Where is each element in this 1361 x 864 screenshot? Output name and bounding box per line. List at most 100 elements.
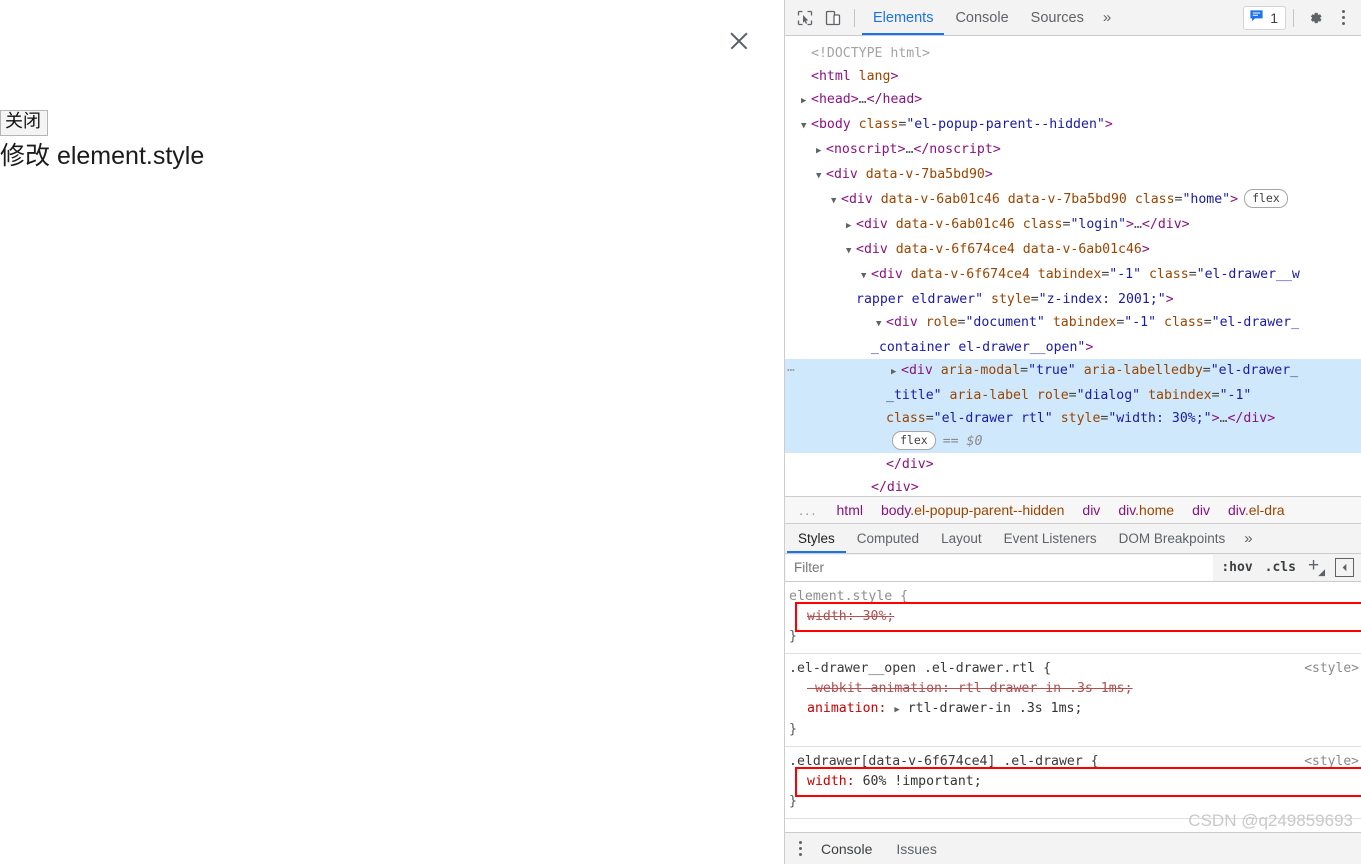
css-rule[interactable]: .eldrawer[data-v-6f674ce4] .el-drawer {<… bbox=[785, 747, 1361, 819]
breadcrumb-item[interactable]: body.el-popup-parent--hidden bbox=[872, 502, 1073, 518]
breadcrumb-item[interactable]: div.home bbox=[1109, 502, 1183, 518]
css-rule[interactable]: .el-drawer__open .el-drawer.rtl {<style>… bbox=[785, 654, 1361, 747]
css-selector[interactable]: .el-drawer__open .el-drawer.rtl { bbox=[789, 659, 1355, 679]
expand-triangle-icon[interactable]: ▶ bbox=[894, 705, 899, 715]
flex-badge[interactable]: flex bbox=[892, 431, 936, 450]
disclosure-triangle-icon[interactable]: ▼ bbox=[816, 165, 826, 188]
style-origin[interactable]: <style> bbox=[1304, 659, 1359, 679]
dom-node-line[interactable]: </div> bbox=[785, 476, 1361, 496]
css-value[interactable]: 60% !important; bbox=[863, 774, 982, 789]
css-property[interactable]: width bbox=[807, 774, 847, 789]
device-toolbar-icon[interactable] bbox=[819, 4, 847, 32]
css-property[interactable]: width bbox=[807, 609, 847, 624]
dom-node-line[interactable]: rapper eldrawer" style="z-index: 2001;"> bbox=[785, 288, 1361, 311]
cls-button[interactable]: .cls bbox=[1259, 560, 1302, 575]
screenshot-root: 关闭 修改 element.style Elements Console Sou… bbox=[0, 0, 1361, 864]
disclosure-triangle-icon[interactable]: ▼ bbox=[876, 313, 886, 336]
dom-node-line[interactable]: <html lang> bbox=[785, 65, 1361, 88]
message-count-chip[interactable]: 1 bbox=[1243, 5, 1286, 30]
disclosure-triangle-icon[interactable]: ▶ bbox=[846, 215, 856, 238]
dom-node-line[interactable]: ▼ <div role="document" tabindex="-1" clas… bbox=[785, 311, 1361, 336]
dom-node-line[interactable]: </div> bbox=[785, 453, 1361, 476]
chevron-double-right-icon-2[interactable]: » bbox=[1236, 530, 1260, 547]
gear-icon[interactable] bbox=[1301, 4, 1329, 32]
css-rule-close: } bbox=[789, 629, 797, 644]
dom-node-line[interactable]: flex == $0 bbox=[785, 430, 1361, 453]
css-declaration[interactable]: width: 30%; bbox=[789, 607, 1355, 627]
css-declaration[interactable]: animation: ▶ rtl-drawer-in .3s 1ms; bbox=[789, 699, 1355, 720]
disclosure-triangle-icon[interactable]: ▶ bbox=[801, 90, 811, 113]
filter-input[interactable] bbox=[786, 554, 1214, 581]
plus-icon[interactable]: +◢ bbox=[1302, 555, 1330, 580]
tab-sources[interactable]: Sources bbox=[1020, 0, 1095, 35]
disclosure-triangle-icon[interactable]: ▼ bbox=[801, 115, 811, 138]
styles-rules-list[interactable]: element.style {width: 30%;} .el-drawer__o… bbox=[785, 582, 1361, 832]
dom-node-line[interactable]: class="el-drawer rtl" style="width: 30%;… bbox=[785, 407, 1361, 430]
breadcrumb-item[interactable]: div bbox=[1073, 502, 1109, 518]
dom-tree[interactable]: <!DOCTYPE html> <html lang> ▶ <head>…</head… bbox=[785, 36, 1361, 496]
kebab-menu-icon[interactable] bbox=[1329, 4, 1357, 32]
css-selector[interactable]: element.style { bbox=[789, 587, 1355, 607]
css-rule-close: } bbox=[789, 794, 797, 809]
breadcrumb-overflow[interactable]: ... bbox=[789, 502, 828, 519]
devtools-panel: Elements Console Sources » 1 <!DOCTYPE h… bbox=[784, 0, 1361, 864]
css-selector[interactable]: .eldrawer[data-v-6f674ce4] .el-drawer { bbox=[789, 752, 1355, 772]
breadcrumb-item[interactable]: div bbox=[1183, 502, 1219, 518]
kebab-menu-icon-drawer[interactable] bbox=[791, 841, 809, 856]
message-count: 1 bbox=[1270, 9, 1278, 26]
tab-dom-breakpoints[interactable]: DOM Breakpoints bbox=[1108, 524, 1237, 553]
dom-node-line[interactable]: ▶ <noscript>…</noscript> bbox=[785, 138, 1361, 163]
dom-node-line[interactable]: ⋯ ▶ <div aria-modal="true" aria-labelledby… bbox=[785, 359, 1361, 384]
css-declaration[interactable]: width: 60% !important; bbox=[789, 772, 1355, 792]
toolbar-divider bbox=[854, 8, 855, 27]
css-rule[interactable]: element.style {width: 30%;} bbox=[785, 582, 1361, 654]
dom-node-line[interactable]: ▼ <div data-v-7ba5bd90> bbox=[785, 163, 1361, 188]
chevron-double-right-icon[interactable]: » bbox=[1095, 9, 1119, 26]
dom-node-line[interactable]: ▼ <div data-v-6f674ce4 tabindex="-1" clas… bbox=[785, 263, 1361, 288]
tab-layout[interactable]: Layout bbox=[930, 524, 993, 553]
disclosure-triangle-icon[interactable]: ▶ bbox=[816, 140, 826, 163]
dom-node-line[interactable]: ▼ <div data-v-6f674ce4 data-v-6ab01c46> bbox=[785, 238, 1361, 263]
devtools-toolbar: Elements Console Sources » 1 bbox=[785, 0, 1361, 36]
css-value[interactable]: rtl-drawer-in .3s 1ms; bbox=[908, 701, 1083, 716]
style-origin[interactable]: <style> bbox=[1304, 752, 1359, 772]
breadcrumb[interactable]: ... html body.el-popup-parent--hidden div di… bbox=[785, 496, 1361, 524]
css-declaration[interactable]: -webkit-animation: rtl-drawer-in .3s 1ms… bbox=[789, 679, 1355, 699]
tab-event-listeners[interactable]: Event Listeners bbox=[993, 524, 1108, 553]
breadcrumb-item[interactable]: div.el-dra bbox=[1219, 502, 1294, 518]
close-icon[interactable] bbox=[726, 28, 752, 54]
dom-node-line[interactable]: ▼ <div data-v-6ab01c46 data-v-7ba5bd90 cl… bbox=[785, 188, 1361, 213]
toggle-panel-icon[interactable] bbox=[1335, 558, 1354, 577]
hov-button[interactable]: :hov bbox=[1215, 560, 1258, 575]
disclosure-triangle-icon[interactable]: ▼ bbox=[831, 190, 841, 213]
dom-node-line[interactable]: ▼ <body class="el-popup-parent--hidden"> bbox=[785, 113, 1361, 138]
dom-node-line[interactable]: _title" aria-label role="dialog" tabinde… bbox=[785, 384, 1361, 407]
breadcrumb-item[interactable]: html bbox=[828, 502, 872, 518]
tab-elements[interactable]: Elements bbox=[862, 0, 944, 35]
console-drawer: CSDN @q249859693 Console Issues bbox=[785, 811, 1361, 864]
toolbar-divider-2 bbox=[1293, 8, 1294, 27]
tab-computed[interactable]: Computed bbox=[846, 524, 930, 553]
close-button[interactable]: 关闭 bbox=[0, 110, 48, 136]
drawer-tab-issues[interactable]: Issues bbox=[884, 841, 948, 857]
flex-badge[interactable]: flex bbox=[1244, 189, 1288, 208]
css-value[interactable]: rtl-drawer-in .3s 1ms; bbox=[958, 681, 1133, 696]
drawer-tab-console[interactable]: Console bbox=[809, 841, 884, 857]
disclosure-triangle-icon[interactable]: ▼ bbox=[861, 265, 871, 288]
css-value[interactable]: 30%; bbox=[863, 609, 895, 624]
dom-node-line[interactable]: ▶ <div data-v-6ab01c46 class="login">…</d… bbox=[785, 213, 1361, 238]
selected-node-ref: == $0 bbox=[942, 434, 983, 449]
inspect-element-icon[interactable] bbox=[791, 4, 819, 32]
css-rule-close: } bbox=[789, 722, 797, 737]
style-filter-row: :hov .cls +◢ bbox=[785, 554, 1361, 582]
dom-node-line[interactable]: <!DOCTYPE html> bbox=[785, 42, 1361, 65]
css-property[interactable]: -webkit-animation bbox=[807, 681, 942, 696]
tab-console[interactable]: Console bbox=[944, 0, 1019, 35]
tab-styles[interactable]: Styles bbox=[787, 524, 846, 553]
disclosure-triangle-icon[interactable]: ▶ bbox=[891, 361, 901, 384]
disclosure-triangle-icon[interactable]: ▼ bbox=[846, 240, 856, 263]
page-title: 修改 element.style bbox=[0, 142, 205, 170]
dom-node-line[interactable]: ▶ <head>…</head> bbox=[785, 88, 1361, 113]
dom-node-line[interactable]: _container el-drawer__open"> bbox=[785, 336, 1361, 359]
css-property[interactable]: animation bbox=[807, 701, 878, 716]
